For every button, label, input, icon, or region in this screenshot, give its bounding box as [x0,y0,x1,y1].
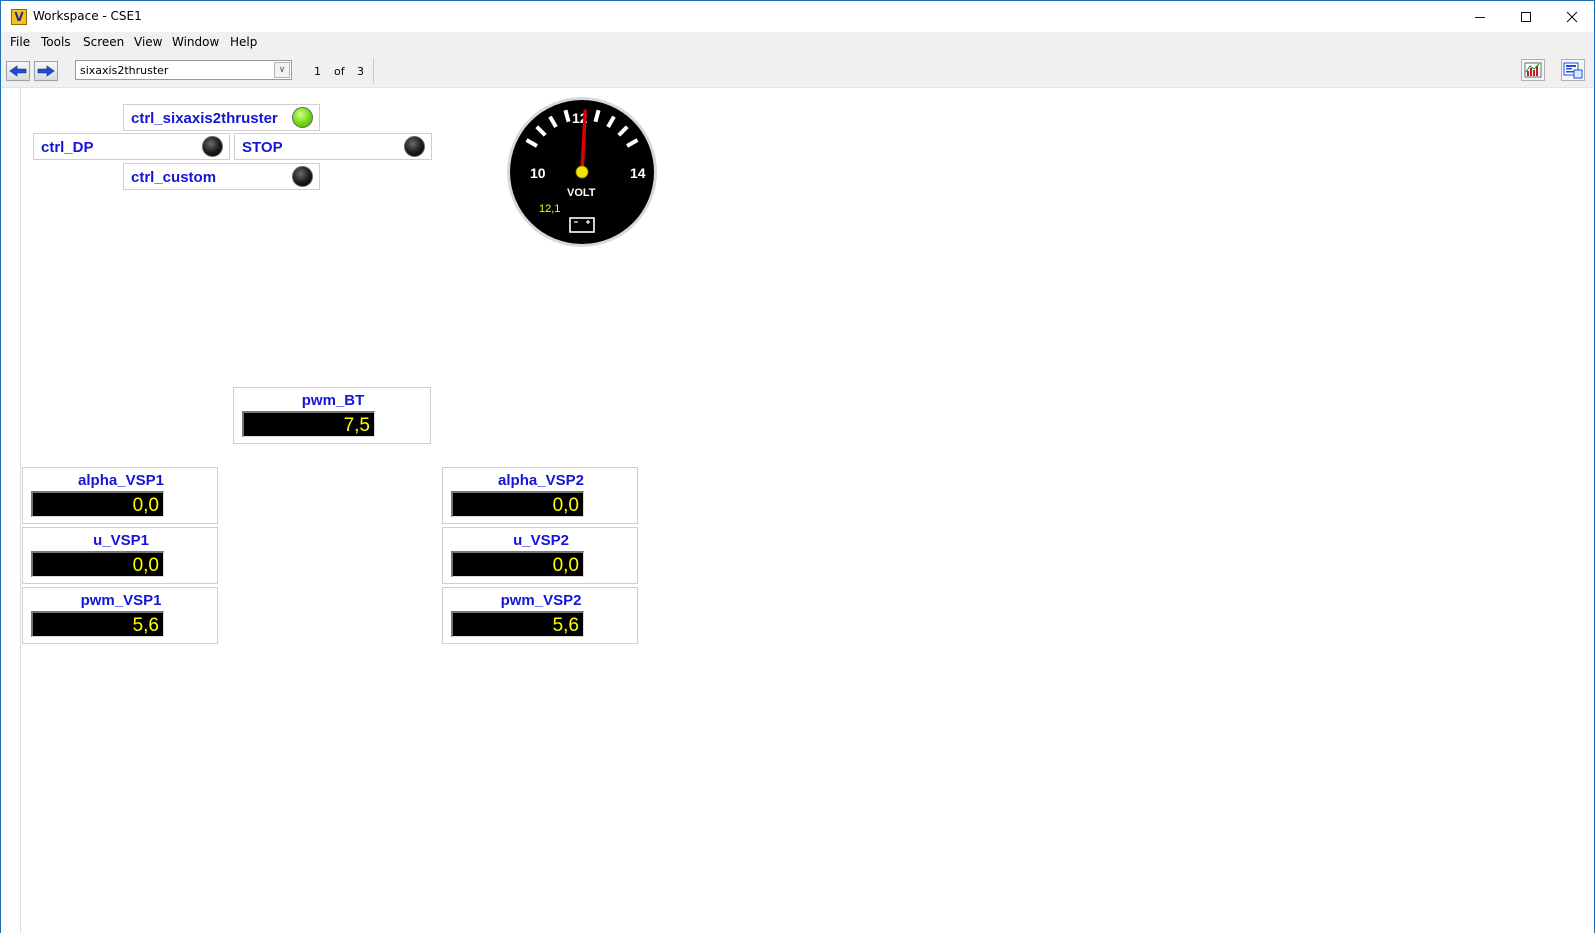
voltage-gauge: 10 12 14 VOLT 12,1 [507,97,657,247]
numeric-label: pwm_VSP1 [80,592,162,609]
numeric-label: pwm_VSP2 [500,592,582,609]
close-icon [1566,11,1578,22]
title-bar: V Workspace - CSE1 [1,1,1594,32]
minimize-icon [1475,16,1485,18]
led-off-icon [292,166,313,187]
toolbar: sixaxis2thruster ∨ 1 of 3 [1,54,1594,88]
numeric-label: alpha_VSP1 [78,472,164,489]
arrow-right-icon [37,65,55,77]
close-button[interactable] [1549,1,1595,32]
probe-button[interactable] [1561,59,1585,81]
numeric-value: 5,6 [552,615,579,636]
numeric-display: 5,6 [451,611,584,637]
screen-select[interactable]: sixaxis2thruster ∨ [75,60,292,80]
gauge-unit-label: VOLT [567,187,596,199]
numeric-display: 0,0 [451,491,584,517]
numeric-alpha-vsp2[interactable]: alpha_VSP2 0,0 [442,467,638,524]
menu-file[interactable]: File [10,35,30,49]
numeric-value: 0,0 [132,555,159,576]
numeric-pwm-vsp2[interactable]: pwm_VSP2 5,6 [442,587,638,644]
toolbar-separator [373,58,374,84]
numeric-label: pwm_BT [301,392,365,409]
page-total: 3 [357,65,364,78]
menu-bar: File Tools Screen View Window Help [1,32,1594,54]
numeric-value: 0,0 [552,555,579,576]
gauge-tick-label-max: 14 [630,165,646,181]
graph-icon [1524,62,1542,78]
minimize-button[interactable] [1457,1,1503,32]
numeric-label: alpha_VSP2 [498,472,584,489]
led-off-icon [404,136,425,157]
menu-help[interactable]: Help [230,35,257,49]
numeric-alpha-vsp1[interactable]: alpha_VSP1 0,0 [22,467,218,524]
screen-canvas: ctrl_sixaxis2thruster ctrl_DP STOP ctrl_… [1,88,1594,933]
probe-icon [1563,62,1583,79]
indicator-label: ctrl_DP [41,139,94,156]
back-button[interactable] [6,61,30,81]
maximize-icon [1521,11,1531,22]
indicator-label: STOP [242,139,283,156]
arrow-left-icon [9,65,27,77]
numeric-label: u_VSP1 [93,532,149,549]
numeric-value: 7,5 [343,415,370,436]
workspace-window: V Workspace - CSE1 File Tools Screen Vie… [0,0,1595,933]
numeric-label: u_VSP2 [513,532,569,549]
app-icon: V [11,9,27,25]
numeric-u-vsp1[interactable]: u_VSP1 0,0 [22,527,218,584]
indicator-label: ctrl_sixaxis2thruster [131,110,278,127]
page-current: 1 [314,65,321,78]
indicator-ctrl-sixaxis2thruster[interactable]: ctrl_sixaxis2thruster [123,104,320,131]
led-on-icon [292,107,313,128]
chevron-down-icon[interactable]: ∨ [274,62,290,78]
numeric-display: 5,6 [31,611,164,637]
indicator-stop[interactable]: STOP [234,133,432,160]
numeric-display: 7,5 [242,411,375,437]
window-title: Workspace - CSE1 [33,9,142,23]
screen-select-value: sixaxis2thruster [80,64,169,77]
gauge-value-text: 12,1 [539,203,560,215]
left-border-line [20,88,21,933]
page-of-label: of [334,65,345,78]
numeric-pwm-vsp1[interactable]: pwm_VSP1 5,6 [22,587,218,644]
menu-window[interactable]: Window [172,35,219,49]
indicator-label: ctrl_custom [131,169,217,186]
numeric-display: 0,0 [31,491,164,517]
graph-button[interactable] [1521,59,1545,81]
indicator-ctrl-custom[interactable]: ctrl_custom [123,163,320,190]
forward-button[interactable] [34,61,58,81]
indicator-ctrl-dp[interactable]: ctrl_DP [33,133,230,160]
maximize-button[interactable] [1503,1,1549,32]
numeric-u-vsp2[interactable]: u_VSP2 0,0 [442,527,638,584]
led-off-icon [202,136,223,157]
gauge-tick-label-min: 10 [530,165,546,181]
numeric-value: 5,6 [132,615,159,636]
menu-screen[interactable]: Screen [83,35,124,49]
menu-tools[interactable]: Tools [41,35,71,49]
numeric-display: 0,0 [451,551,584,577]
numeric-pwm-bt[interactable]: pwm_BT 7,5 [233,387,431,444]
gauge-hub [575,165,589,179]
numeric-value: 0,0 [552,495,579,516]
numeric-value: 0,0 [132,495,159,516]
numeric-display: 0,0 [31,551,164,577]
menu-view[interactable]: View [134,35,162,49]
